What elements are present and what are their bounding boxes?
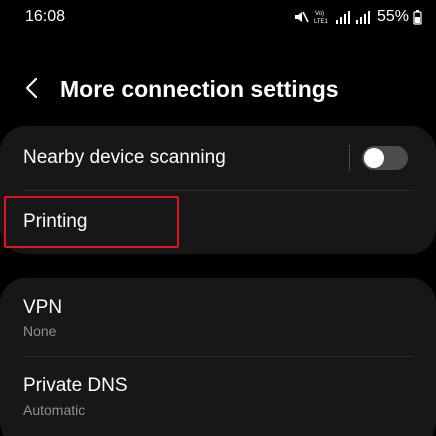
- signal-icon: [335, 9, 351, 25]
- header: More connection settings: [0, 66, 436, 114]
- private-dns-row[interactable]: Private DNS Automatic: [0, 357, 436, 436]
- svg-text:LTE1: LTE1: [314, 19, 329, 25]
- private-dns-value: Automatic: [23, 402, 86, 418]
- chevron-left-icon: [24, 76, 40, 105]
- private-dns-label: Private DNS: [23, 375, 128, 396]
- vpn-value: None: [23, 323, 57, 339]
- status-time: 16:08: [25, 8, 66, 25]
- nearby-device-scanning-toggle[interactable]: [362, 146, 408, 170]
- signal-icon: [355, 9, 371, 25]
- page-title: More connection settings: [60, 76, 339, 102]
- highlight-box: [4, 196, 179, 248]
- screen: 16:08 Vo) LTE1 55% More connection setti…: [0, 0, 436, 436]
- nearby-device-scanning-row[interactable]: Nearby device scanning: [0, 126, 436, 190]
- status-bar: 16:08 Vo) LTE1 55%: [0, 0, 436, 34]
- vpn-label: VPN: [23, 297, 63, 318]
- nearby-device-scanning-label: Nearby device scanning: [23, 147, 226, 168]
- svg-text:Vo): Vo): [315, 11, 324, 17]
- battery-icon: [413, 9, 422, 25]
- toggle-knob: [364, 148, 384, 168]
- toggle-separator: [349, 145, 350, 171]
- vpn-row[interactable]: VPN None: [0, 278, 436, 356]
- volte-icon: Vo) LTE1: [313, 8, 331, 26]
- mute-icon: [293, 9, 309, 25]
- status-icons: Vo) LTE1 55%: [293, 6, 422, 28]
- back-button[interactable]: [14, 72, 50, 108]
- battery-percent: 55%: [376, 8, 409, 25]
- settings-card-network: VPN None Private DNS Automatic: [0, 278, 436, 436]
